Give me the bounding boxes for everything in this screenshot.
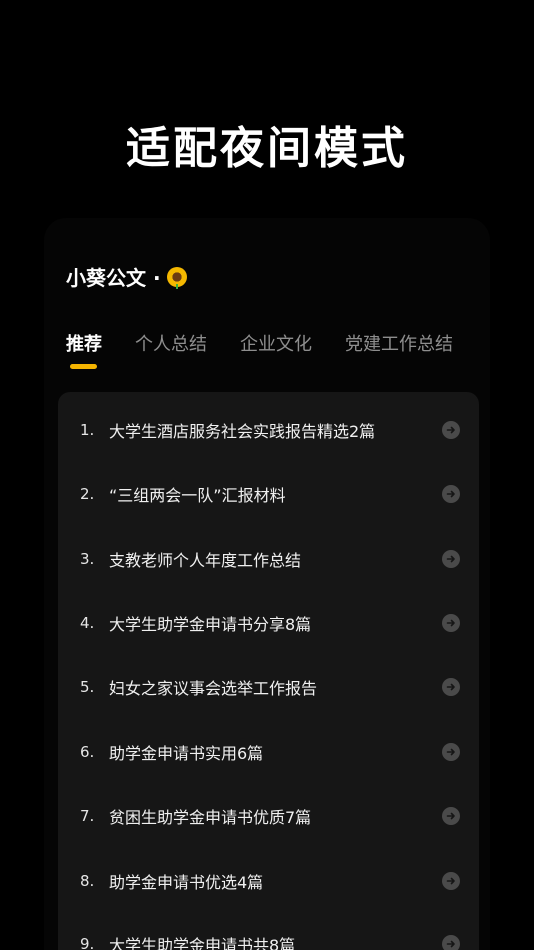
list-item-number: 2. — [80, 485, 95, 503]
list-item[interactable]: 7. 贫困生助学金申请书优质7篇 — [58, 784, 479, 848]
list-item-number: 3. — [80, 550, 95, 568]
arrow-right-circle-icon[interactable] — [442, 678, 460, 696]
list-item-number: 7. — [80, 807, 95, 825]
list-item-title: 助学金申请书优选4篇 — [109, 873, 264, 892]
arrow-right-circle-icon[interactable] — [442, 614, 460, 632]
arrow-right-circle-icon[interactable] — [442, 421, 460, 439]
arrow-right-circle-icon[interactable] — [442, 485, 460, 503]
list-item-title: “三组两会一队”汇报材料 — [109, 486, 286, 505]
list-item-number: 4. — [80, 614, 95, 632]
list-item[interactable]: 1. 大学生酒店服务社会实践报告精选2篇 — [58, 398, 479, 462]
app-name-label: 小葵公文 · — [66, 266, 161, 290]
app-name: 小葵公文 · — [66, 262, 187, 291]
list-item[interactable]: 5. 妇女之家议事会选举工作报告 — [58, 655, 479, 719]
arrow-right-circle-icon[interactable] — [442, 550, 460, 568]
sunflower-icon — [166, 266, 187, 289]
list-item-title: 大学生助学金申请书共8篇 — [109, 936, 296, 950]
list-item-number: 6. — [80, 743, 95, 761]
list-item-number: 8. — [80, 872, 95, 890]
tab-party-building-summary[interactable]: 党建工作总结 — [345, 330, 453, 356]
arrow-right-circle-icon[interactable] — [442, 743, 460, 761]
list-item-title: 贫困生助学金申请书优质7篇 — [109, 808, 312, 827]
active-tab-indicator — [70, 364, 97, 369]
list-item-number: 5. — [80, 678, 95, 696]
list-item[interactable]: 8. 助学金申请书优选4篇 — [58, 849, 479, 913]
list-item-title: 支教老师个人年度工作总结 — [109, 551, 302, 570]
arrow-right-circle-icon[interactable] — [442, 807, 460, 825]
list-item-title: 妇女之家议事会选举工作报告 — [109, 679, 318, 698]
list-item[interactable]: 3. 支教老师个人年度工作总结 — [58, 527, 479, 591]
list-item-title: 大学生酒店服务社会实践报告精选2篇 — [109, 422, 376, 441]
list-item-number: 1. — [80, 421, 95, 439]
article-list: 1. 大学生酒店服务社会实践报告精选2篇 2. “三组两会一队”汇报材料 3. … — [58, 392, 479, 950]
list-item-title: 大学生助学金申请书分享8篇 — [109, 615, 312, 634]
arrow-right-circle-icon[interactable] — [442, 935, 460, 950]
list-item[interactable]: 2. “三组两会一队”汇报材料 — [58, 462, 479, 526]
hero-title: 适配夜间模式 — [126, 123, 408, 174]
tab-personal-summary[interactable]: 个人总结 — [135, 330, 207, 356]
list-item-title: 助学金申请书实用6篇 — [109, 744, 264, 763]
list-item[interactable]: 6. 助学金申请书实用6篇 — [58, 720, 479, 784]
tab-corporate-culture[interactable]: 企业文化 — [240, 330, 312, 356]
tab-recommend[interactable]: 推荐 — [66, 330, 102, 356]
category-tabs: 推荐 个人总结 企业文化 党建工作总结 — [66, 330, 486, 356]
list-item[interactable]: 9. 大学生助学金申请书共8篇 — [58, 912, 479, 950]
list-item[interactable]: 4. 大学生助学金申请书分享8篇 — [58, 591, 479, 655]
arrow-right-circle-icon[interactable] — [442, 872, 460, 890]
list-item-number: 9. — [80, 935, 95, 950]
